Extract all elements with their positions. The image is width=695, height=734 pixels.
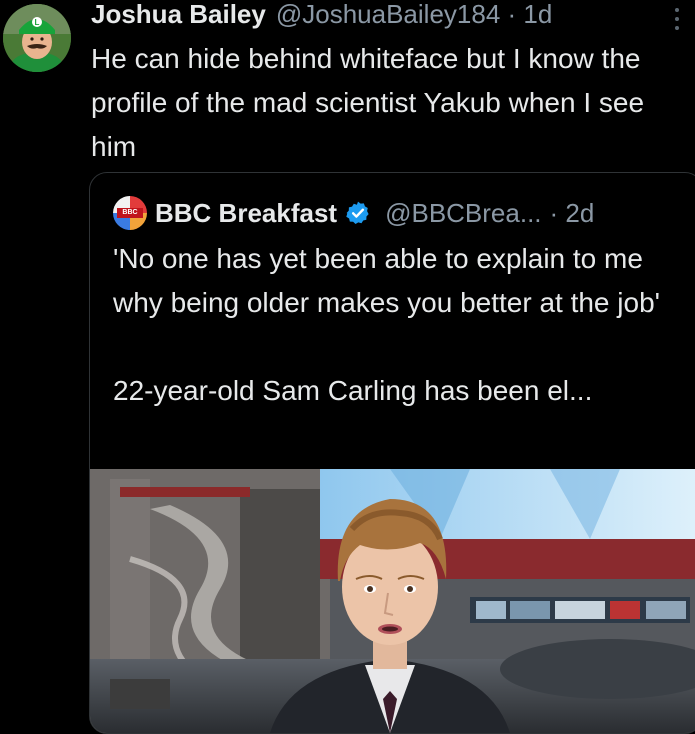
quoted-tweet[interactable]: BBC BBC Breakfast @BBCBrea... · 2d 'No o… <box>89 172 695 734</box>
author-name[interactable]: Joshua Bailey <box>91 0 266 32</box>
svg-text:L: L <box>35 18 40 27</box>
tweet-text: He can hide behind whiteface but I know … <box>91 43 645 162</box>
tweet-header: Joshua Bailey @JoshuaBailey184 · 1d <box>91 0 552 32</box>
quoted-time[interactable]: · 2d <box>550 195 595 231</box>
quoted-avatar[interactable]: BBC <box>113 196 147 230</box>
quoted-author-name[interactable]: BBC Breakfast <box>155 195 337 231</box>
quoted-author-handle[interactable]: @BBCBrea... <box>385 195 541 231</box>
quoted-tweet-text: 'No one has yet been able to explain to … <box>113 243 660 406</box>
author-handle-time[interactable]: @JoshuaBailey184 · 1d <box>276 0 552 32</box>
quoted-avatar-text: BBC <box>117 208 143 218</box>
verified-badge-icon <box>346 201 369 224</box>
more-icon[interactable] <box>672 8 682 30</box>
quoted-tweet-header: BBC BBC Breakfast @BBCBrea... · 2d <box>113 195 594 231</box>
avatar[interactable]: L <box>3 4 71 72</box>
quoted-media-image[interactable] <box>90 469 695 733</box>
